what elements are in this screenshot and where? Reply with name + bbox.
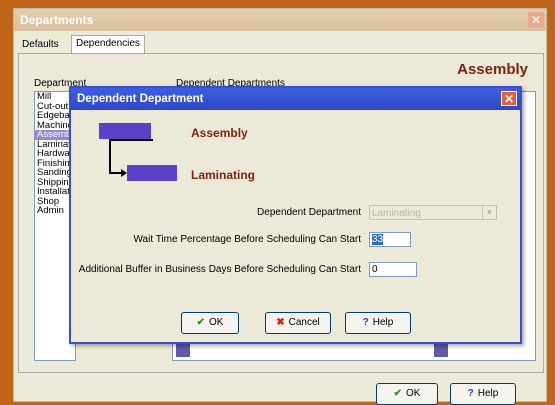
buffer-label: Additional Buffer in Business Days Befor… xyxy=(78,264,361,275)
check-icon: ✔ xyxy=(393,388,402,399)
dialog-cancel-button[interactable]: ✖ Cancel xyxy=(265,312,331,334)
from-department-name: Assembly xyxy=(191,126,248,140)
to-department-box xyxy=(127,165,177,181)
window-close-button[interactable]: ✕ xyxy=(528,12,544,28)
to-department-name: Laminating xyxy=(191,168,256,182)
dialog-close-button[interactable]: ✕ xyxy=(501,91,517,106)
check-icon: ✔ xyxy=(196,317,205,328)
scroll-left-icon[interactable] xyxy=(176,343,190,357)
window-title: Departments xyxy=(14,9,546,31)
dialog-ok-button[interactable]: ✔ OK xyxy=(181,312,239,334)
arrow-icon xyxy=(121,169,127,177)
dependent-department-label: Dependent Department xyxy=(257,207,361,218)
dependent-department-dialog: Dependent Department ✕ Assembly Laminati… xyxy=(69,86,522,344)
cross-icon: ✖ xyxy=(276,317,285,328)
buffer-input[interactable]: 0 xyxy=(369,262,417,277)
connector-line xyxy=(109,139,111,174)
wait-time-label: Wait Time Percentage Before Scheduling C… xyxy=(133,234,361,245)
scroll-right-icon[interactable] xyxy=(434,343,448,357)
tab-defaults[interactable]: Defaults xyxy=(18,37,63,53)
tab-dependencies[interactable]: Dependencies xyxy=(71,35,145,54)
dependent-department-select[interactable]: Laminating ▼ xyxy=(369,205,497,220)
help-icon: ? xyxy=(467,388,474,399)
dialog-help-button[interactable]: ? Help xyxy=(345,312,411,334)
help-icon: ? xyxy=(362,317,369,328)
dialog-title: Dependent Department xyxy=(71,88,520,110)
from-department-box xyxy=(99,123,151,139)
connector-line xyxy=(109,139,153,141)
chevron-down-icon[interactable]: ▼ xyxy=(482,206,496,219)
selected-department-heading: Assembly xyxy=(457,61,528,78)
wait-time-input[interactable]: 33 xyxy=(369,232,411,247)
